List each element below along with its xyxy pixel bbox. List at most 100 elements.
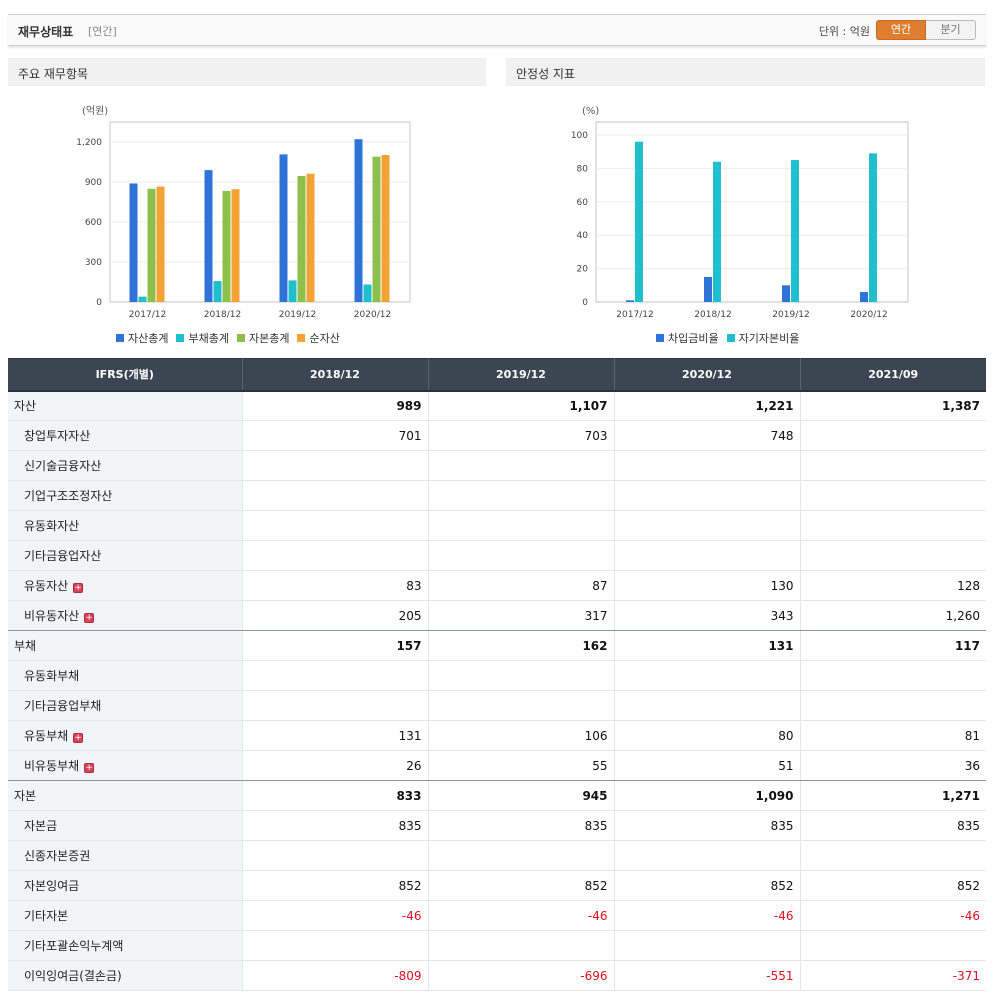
legend-label: 자기자본비율	[738, 332, 800, 345]
row-label-text: 기타금융업자산	[24, 549, 102, 563]
table-row: 신기술금융자산	[8, 450, 986, 481]
value-cell	[428, 480, 615, 511]
y-tick-label: 60	[577, 198, 589, 208]
row-label: 이익잉여금(결손금)	[8, 960, 243, 991]
table-header-row: IFRS(개별) 2018/12 2019/12 2020/12 2021/09	[8, 358, 986, 392]
y-unit-label: (%)	[582, 106, 599, 117]
value-cell: -696	[428, 960, 615, 991]
row-label-text: 유동화부채	[24, 669, 80, 683]
value-cell: 701	[242, 420, 429, 451]
row-label: 자본잉여금	[8, 870, 243, 901]
row-label: 유동화부채	[8, 660, 243, 691]
value-cell: 26	[242, 750, 429, 781]
value-cell: 80	[614, 720, 801, 751]
bar	[782, 285, 790, 302]
legend-label: 부채총계	[188, 332, 229, 345]
table-row: 기업구조조정자산	[8, 480, 986, 511]
row-label: 자본	[8, 780, 243, 811]
row-label: 신종자본증권	[8, 840, 243, 871]
value-cell: 83	[242, 570, 429, 601]
legend-swatch	[726, 334, 735, 342]
y-tick-label: 0	[96, 298, 102, 308]
header-period: 2019/12	[428, 358, 615, 392]
main-items-chart-panel: 주요 재무항목 (억원) 0 300 600 900 1,200 2017/12 2018/1…	[8, 58, 486, 356]
row-label: 창업투자자산	[8, 420, 243, 451]
value-cell: 36	[800, 750, 986, 781]
value-cell: 835	[614, 810, 801, 841]
row-label: 자본금	[8, 810, 243, 841]
row-label-text: 기타자본	[24, 909, 69, 923]
row-label-text: 자본	[14, 789, 37, 803]
expand-icon[interactable]: +	[73, 583, 84, 593]
table-row: 유동자산 +83 87 130 128	[8, 570, 986, 601]
annual-tab[interactable]: 연간	[876, 20, 926, 40]
x-tick-label: 2020/12	[850, 310, 887, 320]
row-label: 유동화자산	[8, 510, 243, 541]
value-cell	[800, 480, 986, 511]
row-label: 기타자본	[8, 900, 243, 931]
row-label-text: 유동화자산	[24, 519, 80, 533]
header-label-column: IFRS(개별)	[8, 358, 243, 392]
row-label[interactable]: 유동부채 +	[8, 720, 243, 751]
statement-header: 재무상태표 [연간] 단위 : 억원 연간 분기	[8, 14, 986, 46]
bar	[279, 154, 288, 302]
row-label: 부채	[8, 630, 243, 661]
quarter-tab[interactable]: 분기	[926, 20, 976, 40]
value-cell	[428, 660, 615, 691]
row-label-text: 자산	[14, 399, 37, 414]
x-tick-label: 2017/12	[616, 310, 653, 320]
bar	[704, 276, 712, 302]
bar	[791, 160, 799, 302]
row-label: 자산	[8, 390, 243, 421]
row-label[interactable]: 유동자산 +	[8, 570, 243, 601]
legend-label: 자본총계	[248, 332, 290, 345]
table-row: 창업투자자산 701 703 748	[8, 420, 986, 451]
bar	[129, 183, 138, 302]
value-cell	[428, 840, 615, 871]
chart-title: 주요 재무항목	[8, 58, 486, 86]
value-cell: 157	[242, 630, 429, 661]
value-cell	[242, 510, 429, 541]
expand-icon[interactable]: +	[73, 733, 84, 743]
y-tick-label: 40	[577, 231, 589, 241]
value-cell	[614, 540, 801, 571]
value-cell	[428, 450, 615, 481]
row-label-text: 부채	[14, 639, 37, 653]
value-cell	[614, 660, 801, 691]
table-row: 자산 989 1,107 1,221 1,387	[8, 390, 986, 421]
table-row: 자본 833 945 1,090 1,271	[8, 780, 986, 811]
header-period: 2018/12	[242, 358, 429, 392]
value-cell	[242, 690, 429, 721]
value-cell: -809	[242, 960, 429, 991]
table-row: 기타자본 -46 -46 -46 -46	[8, 900, 986, 931]
y-tick-label: 1,200	[76, 138, 102, 148]
value-cell: 131	[614, 630, 801, 661]
row-label-text: 창업투자자산	[24, 429, 91, 443]
balance-sheet-table: IFRS(개별) 2018/12 2019/12 2020/12 2021/09 자산 9…	[8, 358, 986, 991]
value-cell	[800, 840, 986, 871]
bar	[138, 296, 147, 302]
y-tick-label: 80	[577, 164, 589, 174]
main-items-chart: (억원) 0 300 600 900 1,200 2017/12 2018/12 2019/12…	[76, 105, 411, 320]
bar	[231, 189, 240, 302]
bar	[156, 186, 165, 302]
row-label[interactable]: 비유동자산 +	[8, 600, 243, 631]
row-label[interactable]: 비유동부채 +	[8, 750, 243, 781]
value-cell: 945	[428, 780, 615, 811]
row-label-text: 비유동자산	[24, 609, 80, 623]
value-cell: -551	[614, 960, 801, 991]
value-cell: 748	[614, 420, 801, 451]
legend-item: 자산총계	[116, 330, 168, 346]
value-cell: 130	[614, 570, 801, 601]
y-tick-label: 100	[571, 131, 588, 141]
bar	[297, 176, 306, 302]
expand-icon[interactable]: +	[84, 763, 95, 773]
row-label-text: 신종자본증권	[24, 849, 91, 863]
legend-swatch	[176, 334, 185, 342]
legend-swatch	[116, 334, 124, 342]
value-cell: 1,221	[614, 390, 801, 421]
row-label: 기업구조조정자산	[8, 480, 243, 511]
value-cell: 852	[428, 870, 615, 901]
chart-title: 안정성 지표	[506, 58, 985, 86]
expand-icon[interactable]: +	[84, 613, 95, 623]
